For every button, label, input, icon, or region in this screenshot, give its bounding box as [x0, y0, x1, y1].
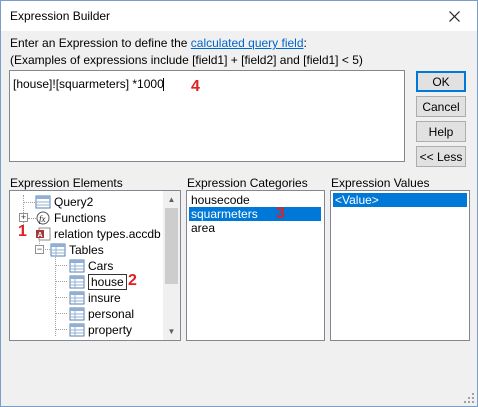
query-icon: [35, 195, 51, 209]
annotation-4: 4: [191, 78, 200, 95]
tree-item-house[interactable]: house: [69, 274, 127, 290]
tree-item-tables[interactable]: Tables: [50, 242, 104, 258]
table-icon: [69, 275, 85, 289]
table-icon: [69, 307, 85, 321]
tree-item-label: Cars: [88, 259, 114, 273]
svg-text:fx: fx: [39, 214, 46, 224]
category-item[interactable]: housecode: [189, 193, 321, 207]
expression-input[interactable]: [house]![squarmeters] *1000: [9, 70, 405, 162]
window-title: Expression Builder: [10, 9, 111, 23]
instruction-suffix: :: [303, 36, 307, 50]
expression-builder-dialog: Expression Builder Enter an Expression t…: [0, 0, 478, 407]
tree-item-label: Query2: [54, 195, 94, 209]
tree-item-label: property: [88, 323, 133, 337]
text-caret: [162, 78, 164, 92]
title-bar: Expression Builder: [1, 1, 477, 31]
scroll-up-arrow-icon[interactable]: ▲: [163, 191, 180, 208]
category-item-selected[interactable]: squarmeters: [189, 207, 321, 221]
scroll-down-arrow-icon[interactable]: ▼: [163, 323, 180, 340]
tree-item-database[interactable]: A relation types.accdb: [35, 226, 161, 242]
tree-item-label: Tables: [69, 243, 104, 257]
functions-expand-icon[interactable]: +: [19, 213, 28, 222]
instruction-line-1: Enter an Expression to define the calcul…: [10, 36, 307, 50]
expression-text: [house]![squarmeters] *100: [13, 77, 158, 91]
expression-categories-list[interactable]: housecode squarmeters area: [186, 190, 325, 341]
instruction-line-2: (Examples of expressions include [field1…: [10, 53, 363, 67]
less-button[interactable]: << Less: [416, 146, 466, 167]
tables-icon: [50, 243, 66, 257]
instruction-prefix: Enter an Expression to define the: [10, 36, 191, 50]
tree-item-property[interactable]: property: [69, 322, 132, 338]
calculated-query-field-link[interactable]: calculated query field: [191, 36, 304, 50]
tree-item-insure[interactable]: insure: [69, 290, 121, 306]
cancel-button[interactable]: Cancel: [416, 96, 466, 117]
ok-button[interactable]: OK: [416, 71, 466, 92]
expression-categories-label: Expression Categories: [187, 176, 308, 190]
svg-text:A: A: [38, 232, 43, 239]
value-item-selected[interactable]: <Value>: [333, 193, 467, 207]
tree-item-cars[interactable]: Cars: [69, 258, 113, 274]
tree-item-label: house: [88, 274, 127, 290]
elements-scrollbar[interactable]: ▲ ▼: [163, 191, 180, 340]
close-icon: [448, 10, 460, 22]
help-button[interactable]: Help: [416, 121, 466, 142]
table-icon: [69, 323, 85, 337]
tree-item-label: relation types.accdb: [54, 227, 161, 241]
annotation-3: 3: [276, 205, 285, 222]
tree-item-functions[interactable]: fx Functions: [35, 210, 106, 226]
tree-item-label: Functions: [54, 211, 107, 225]
category-item[interactable]: area: [189, 221, 321, 235]
annotation-1: 1: [18, 223, 27, 240]
expression-elements-tree[interactable]: + − Query2 fx Functions A relation types…: [9, 190, 181, 341]
resize-grip-icon[interactable]: [463, 392, 475, 404]
tree-item-personal[interactable]: personal: [69, 306, 134, 322]
scroll-thumb[interactable]: [165, 208, 178, 284]
annotation-2: 2: [128, 272, 137, 289]
close-button[interactable]: [431, 1, 477, 31]
tables-collapse-icon[interactable]: −: [35, 245, 44, 254]
tree-item-query2[interactable]: Query2: [35, 194, 93, 210]
expression-elements-label: Expression Elements: [10, 176, 123, 190]
tree-item-label: personal: [88, 307, 135, 321]
access-database-icon: A: [36, 227, 51, 241]
table-icon: [69, 259, 85, 273]
expression-values-list[interactable]: <Value>: [330, 190, 470, 341]
tree-item-label: insure: [88, 291, 121, 305]
table-icon: [69, 291, 85, 305]
function-icon: fx: [36, 211, 50, 225]
expression-values-label: Expression Values: [331, 176, 430, 190]
